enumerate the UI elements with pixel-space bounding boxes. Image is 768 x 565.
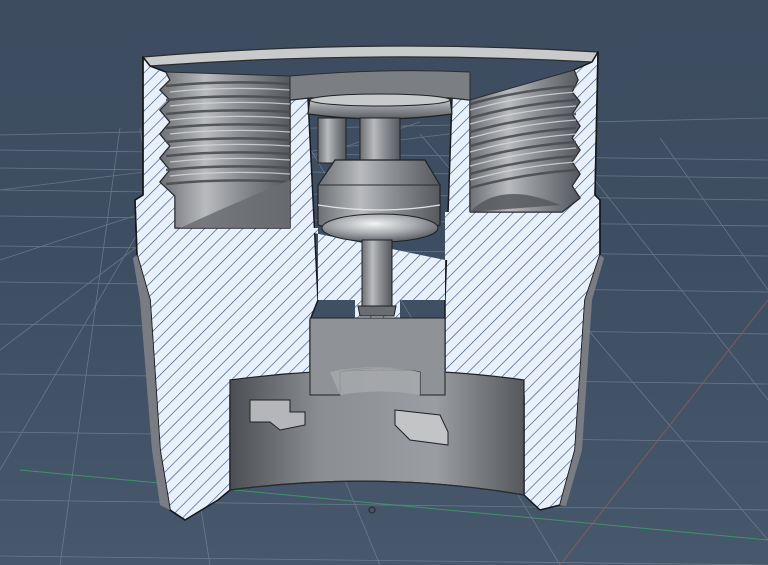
cad-viewport[interactable] [0, 0, 768, 565]
valve-stem [361, 239, 393, 311]
thread-bore-left [159, 71, 291, 229]
poppet-ball [321, 213, 439, 243]
viewport-canvas[interactable] [0, 0, 768, 565]
origin-marker [368, 506, 376, 514]
top-rim [141, 45, 600, 67]
valve-cutaway-model[interactable] [133, 45, 604, 521]
thread-bore-right [469, 69, 581, 213]
